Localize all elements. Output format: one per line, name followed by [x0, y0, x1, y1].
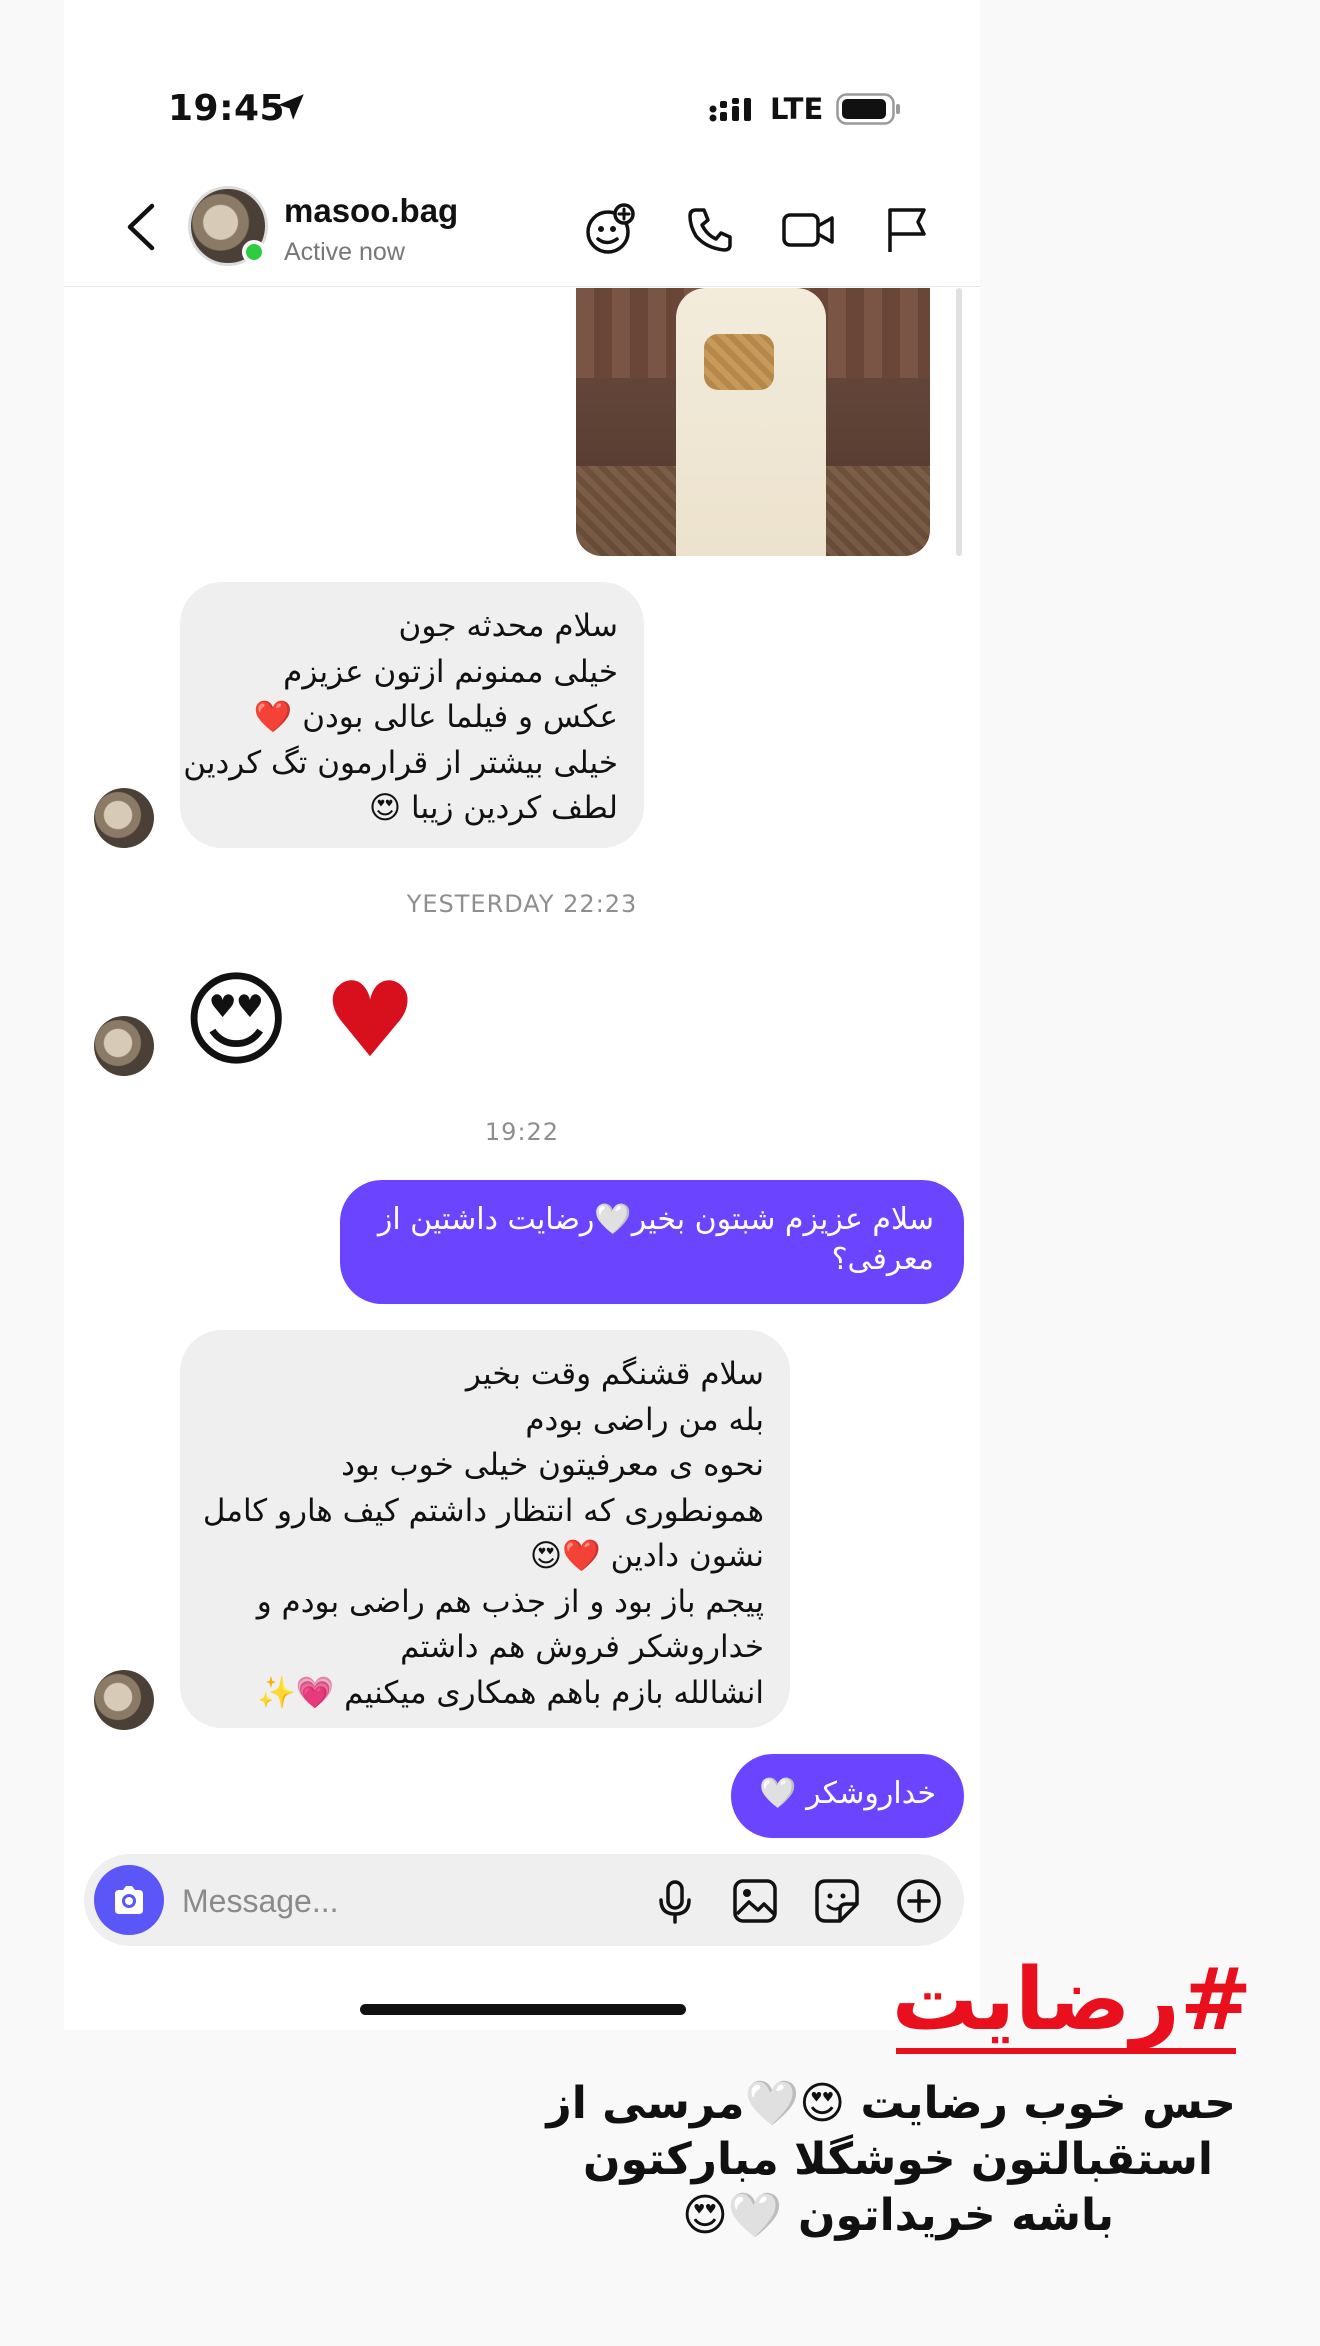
hashtag-title: #رضایت	[891, 1950, 1252, 2050]
phone-screen: 19:45 LTE masoo.bag Active now سلام محدث…	[64, 0, 980, 2030]
red-heart-emoji: ♥	[323, 959, 417, 1081]
status-time: 19:45	[168, 88, 286, 129]
photo-bag	[704, 334, 774, 390]
add-effect-icon[interactable]	[582, 202, 638, 258]
outgoing-message[interactable]: خداروشکر 🤍	[731, 1754, 964, 1838]
message-line: خیلی بیشتر از قرارمون تگ کردین	[183, 744, 618, 781]
message-line: خیلی ممنونم ازتون عزیزم	[283, 653, 618, 690]
message-line: انشالله بازم باهم همکاری میکنیم 💗✨	[257, 1674, 764, 1711]
message-line: نشون دادین ❤️😍	[529, 1538, 764, 1574]
message-composer	[84, 1854, 964, 1946]
message-line: لطف کردین زیبا 😍	[368, 790, 618, 826]
heart-eyes-emoji: 😍	[182, 959, 291, 1081]
message-line: عکس و فیلما عالی بودن ❤️	[253, 699, 618, 735]
message-line: خداروشکر فروش هم داشتم	[400, 1629, 764, 1665]
back-icon[interactable]	[120, 200, 164, 254]
microphone-icon[interactable]	[650, 1876, 700, 1926]
message-line: پیجم باز بود و از جذب هم راضی بودم و	[256, 1583, 764, 1620]
message-line: بله من راضی بودم	[525, 1401, 764, 1438]
sticker-icon[interactable]	[812, 1876, 862, 1926]
incoming-message[interactable]: سلام محدثه جون خیلی ممنونم ازتون عزیزم ع…	[180, 582, 644, 848]
message-line: سلام محدثه جون	[398, 608, 618, 644]
camera-button[interactable]	[94, 1865, 164, 1935]
signal-icon	[709, 98, 751, 122]
message-line: نحوه ی معرفیتون خیلی خوب بود	[341, 1447, 764, 1483]
location-arrow-icon	[278, 94, 304, 120]
battery-icon	[836, 93, 900, 125]
caption-line: استقبالتون خوشگلا مبارکتون	[582, 2134, 1214, 2185]
chat-header: masoo.bag Active now	[64, 168, 980, 287]
profile-avatar[interactable]	[188, 186, 268, 266]
outgoing-message[interactable]: سلام عزیزم شبتون بخیر🤍رضایت داشتین از مع…	[340, 1180, 964, 1304]
message-input[interactable]	[180, 1876, 604, 1926]
gallery-icon[interactable]	[730, 1876, 780, 1926]
sender-avatar[interactable]	[94, 1016, 154, 1076]
caption-line: حس خوب رضایت 😍🤍مرسی از	[546, 2078, 1236, 2129]
timestamp: 19:22	[484, 1118, 560, 1146]
incoming-message[interactable]: سلام قشنگم وقت بخیر بله من راضی بودم نحو…	[180, 1330, 790, 1728]
timestamp: YESTERDAY 22:23	[406, 890, 638, 918]
scrollbar[interactable]	[956, 288, 962, 556]
camera-icon	[115, 1886, 143, 1914]
sender-avatar[interactable]	[94, 788, 154, 848]
emoji-message[interactable]: 😍 ♥	[182, 960, 417, 1080]
photo-person	[676, 288, 826, 556]
phone-icon[interactable]	[682, 202, 738, 258]
flag-icon[interactable]	[880, 202, 936, 258]
hashtag-underline	[896, 2048, 1236, 2054]
video-icon[interactable]	[780, 202, 836, 258]
message-line: همونطوری که انتظار داشتم کیف هارو کامل	[202, 1492, 764, 1529]
message-line: سلام قشنگم وقت بخیر	[465, 1356, 764, 1392]
network-label: LTE	[770, 92, 824, 126]
username[interactable]: masoo.bag	[284, 192, 458, 230]
caption-text: حس خوب رضایت 😍🤍مرسی از استقبالتون خوشگلا…	[546, 2076, 1236, 2244]
home-indicator[interactable]	[360, 2004, 686, 2015]
sender-avatar[interactable]	[94, 1670, 154, 1730]
photo-message[interactable]	[576, 288, 930, 556]
caption-line: باشه خریداتون 🤍😍	[681, 2190, 1115, 2241]
online-indicator	[242, 240, 266, 264]
plus-icon[interactable]	[894, 1876, 944, 1926]
active-status: Active now	[284, 238, 405, 266]
